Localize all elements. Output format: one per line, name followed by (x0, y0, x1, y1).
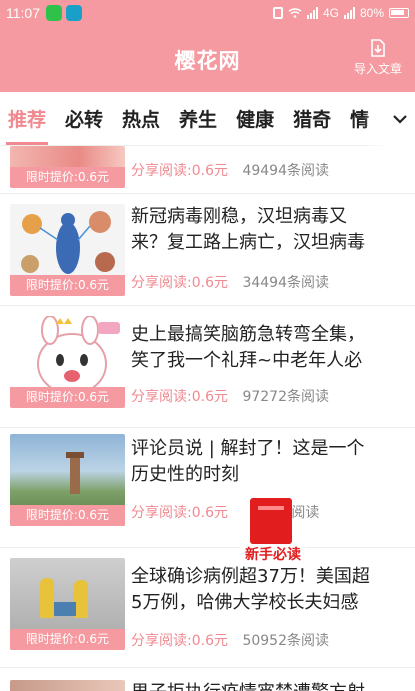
article-meta: 分享阅读:0.6元 50952条阅读 (131, 630, 329, 650)
import-icon (371, 39, 385, 57)
article-item[interactable]: 限时提价:0.6元 全球确诊病例超37万！美国超 5万例，哈佛大学校长夫妇感 分… (0, 548, 415, 668)
tabs-expand-button[interactable] (385, 92, 415, 146)
article-title-line: 史上最搞笑脑筋急转弯全集， (131, 324, 365, 345)
tab-hot[interactable]: 热点 (122, 105, 160, 132)
battery-icon (389, 8, 409, 18)
article-thumbnail: 限时提价:0.6元 (10, 146, 125, 188)
share-reward: 分享阅读:0.6元 (131, 505, 228, 521)
signal-icon (306, 7, 318, 19)
article-meta: 分享阅读:0.6元 34494条阅读 (131, 272, 329, 292)
article-meta: 分享阅读:0.6元 97272条阅读 (131, 386, 329, 406)
tab-health[interactable]: 健康 (236, 105, 274, 132)
import-article-label: 导入文章 (353, 62, 402, 76)
article-title: 新冠病毒刚稳，汉坦病毒又 来？复工路上病亡，汉坦病毒 (131, 204, 405, 256)
article-meta: 分享阅读:0.6元 49494条阅读 (131, 160, 329, 180)
article-title: 评论员说 | 解封了！这是一个 历史性的时刻 (131, 436, 405, 488)
battery-percent: 80% (359, 6, 384, 20)
status-bar: 11:07 4G 80% (0, 0, 415, 26)
article-thumbnail: 限时提价:0.6元 (10, 558, 125, 650)
article-title-line: 来？复工路上病亡，汉坦病毒 (131, 232, 365, 253)
article-thumbnail: 限时提价:0.6元 (10, 204, 125, 296)
read-count: 50952条阅读 (242, 633, 329, 649)
price-tag: 限时提价:0.6元 (10, 167, 125, 188)
book-icon (250, 498, 292, 544)
article-thumbnail (10, 680, 125, 691)
share-reward: 分享阅读:0.6元 (131, 163, 228, 179)
tab-recommend[interactable]: 推荐 (5, 105, 49, 145)
read-count: 97272条阅读 (242, 389, 329, 405)
article-title: 男子拒执行疫情宵禁遭警方射 (131, 680, 405, 691)
article-title-line: 男子拒执行疫情宵禁遭警方射 (131, 680, 405, 691)
article-item[interactable]: 限时提价:0.6元 评论员说 | 解封了！这是一个 历史性的时刻 分享阅读:0.… (0, 428, 415, 548)
price-tag: 限时提价:0.6元 (10, 387, 125, 408)
share-reward: 分享阅读:0.6元 (131, 633, 228, 649)
status-indicators: 4G 80% (272, 6, 409, 20)
share-reward: 分享阅读:0.6元 (131, 389, 228, 405)
share-reward: 分享阅读:0.6元 (131, 275, 228, 291)
price-tag: 限时提价:0.6元 (10, 275, 125, 296)
article-item[interactable]: 限时提价:0.6元 新冠病毒刚稳，汉坦病毒又 来？复工路上病亡，汉坦病毒 分享阅… (0, 194, 415, 306)
article-title-line: 评论员说 | 解封了！这是一个 (131, 438, 365, 459)
tab-curiosity[interactable]: 猎奇 (293, 105, 331, 132)
article-title-line: 新冠病毒刚稳，汉坦病毒又 (131, 206, 347, 227)
scan-notification-icon (66, 5, 82, 21)
article-title-line: 5万例，哈佛大学校长夫妇感 (131, 592, 359, 613)
article-thumbnail: 限时提价:0.6元 (10, 434, 125, 526)
price-tag: 限时提价:0.6元 (10, 629, 125, 650)
status-time: 11:07 (6, 5, 40, 21)
article-thumbnail: 限时提价:0.6元 (10, 316, 125, 408)
article-title-line: 历史性的时刻 (131, 464, 239, 485)
article-item[interactable]: 限时提价:0.6元 史上最搞笑脑筋急转弯全集， 笑了我一个礼拜~中老年人必 分享… (0, 306, 415, 428)
network-type: 4G (322, 6, 339, 20)
article-item[interactable]: 男子拒执行疫情宵禁遭警方射 (0, 668, 415, 691)
tab-must-share[interactable]: 必转 (65, 105, 103, 132)
wechat-notification-icon (46, 5, 62, 21)
app-header: 樱花网 导入文章 (0, 26, 415, 92)
tabs-fade (363, 92, 387, 146)
article-title: 史上最搞笑脑筋急转弯全集， 笑了我一个礼拜~中老年人必 (131, 322, 405, 374)
wifi-icon (288, 8, 302, 18)
read-count: 49494条阅读 (242, 163, 329, 179)
chevron-down-icon (393, 115, 407, 124)
read-count: 34494条阅读 (242, 275, 329, 291)
vibrate-icon (272, 7, 283, 19)
price-tag: 限时提价:0.6元 (10, 505, 125, 526)
tab-health-care[interactable]: 养生 (179, 105, 217, 132)
article-item[interactable]: 限时提价:0.6元 分享阅读:0.6元 49494条阅读 (0, 146, 415, 194)
app-screen: 11:07 4G 80% 樱花网 导入文章 推荐 必转 热点 养生 健康 猎奇 … (0, 0, 415, 691)
signal-icon-2 (343, 7, 355, 19)
article-title: 全球确诊病例超37万！美国超 5万例，哈佛大学校长夫妇感 (131, 564, 405, 616)
import-article-button[interactable]: 导入文章 (349, 38, 407, 77)
newbie-guide-label: 新手必读 (240, 544, 306, 564)
newbie-guide-badge[interactable]: 新手必读 (240, 498, 306, 570)
category-tabs: 推荐 必转 热点 养生 健康 猎奇 情 (0, 92, 415, 146)
article-title-line: 笑了我一个礼拜~中老年人必 (131, 350, 363, 371)
